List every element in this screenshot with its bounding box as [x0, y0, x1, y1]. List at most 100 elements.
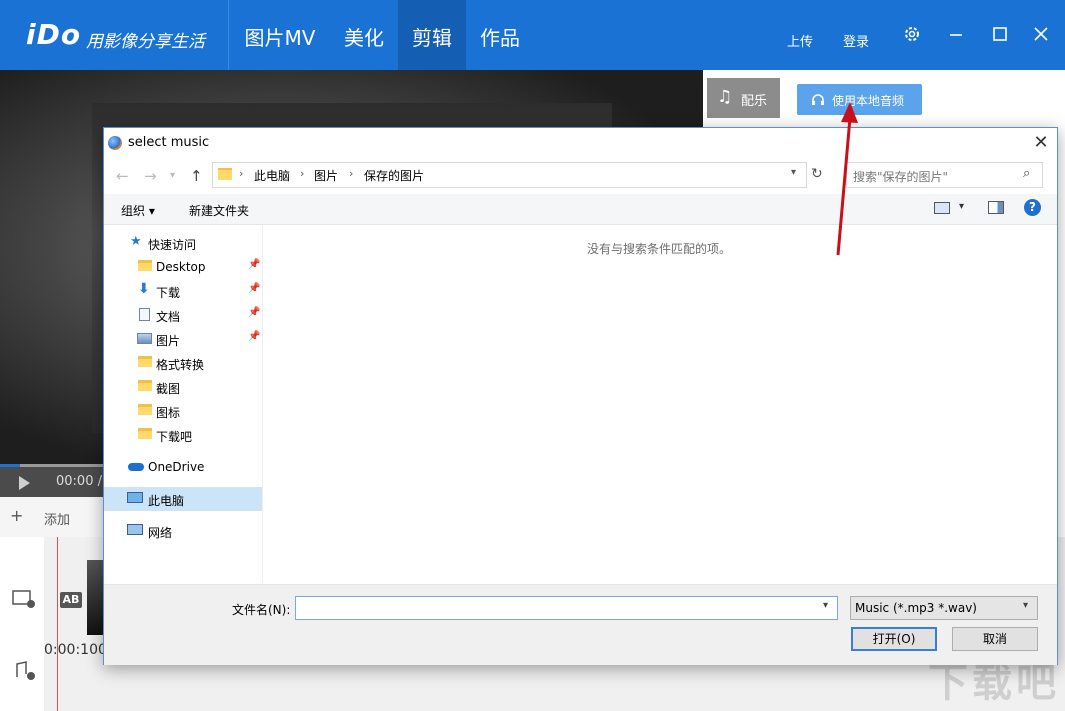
- upload-link[interactable]: 上传: [787, 31, 813, 50]
- nav-icons-folder[interactable]: 图标: [104, 399, 262, 423]
- dialog-close-icon[interactable]: ✕: [1030, 132, 1052, 154]
- network-icon: [127, 524, 143, 535]
- music-track-icon[interactable]: [12, 661, 36, 681]
- nav-screenshots-label: 截图: [156, 382, 181, 396]
- pin-icon: 📌: [248, 331, 261, 342]
- nav-downloads[interactable]: ⬇ 下载 📌: [104, 279, 262, 303]
- nav-pictures-label: 图片: [156, 334, 181, 348]
- view-mode-icon[interactable]: [934, 202, 950, 214]
- folder-icon: [138, 404, 152, 415]
- minimize-icon[interactable]: [946, 24, 966, 44]
- nav-this-pc-label: 此电脑: [148, 494, 185, 508]
- close-icon[interactable]: [1031, 24, 1051, 44]
- filename-dropdown-icon[interactable]: ▾: [823, 600, 828, 611]
- new-folder-button[interactable]: 新建文件夹: [189, 202, 249, 219]
- computer-icon: [127, 492, 143, 503]
- play-icon[interactable]: [19, 476, 30, 490]
- document-icon: [139, 308, 150, 321]
- nav-divider: [228, 0, 229, 70]
- music-tab[interactable]: ♫ 配乐: [707, 78, 780, 118]
- cancel-button[interactable]: 取消: [952, 627, 1038, 651]
- folder-icon: [218, 168, 232, 180]
- preview-pane-icon[interactable]: [988, 201, 1004, 214]
- file-list-pane[interactable]: 没有与搜索条件匹配的项。: [263, 225, 1055, 583]
- up-arrow-icon[interactable]: ↑: [190, 167, 203, 185]
- nav-xiazaiba-label: 下载吧: [156, 430, 193, 444]
- timeline-playhead[interactable]: [57, 537, 58, 711]
- folder-icon: [138, 380, 152, 391]
- pin-icon: 📌: [248, 259, 261, 270]
- nav-desktop[interactable]: Desktop 📌: [104, 255, 262, 279]
- nav-downloads-label: 下载: [156, 286, 181, 300]
- video-track-icon[interactable]: [12, 589, 36, 609]
- star-icon: ★: [130, 234, 142, 249]
- nav-pictures[interactable]: 图片 📌: [104, 327, 262, 351]
- empty-message: 没有与搜索条件匹配的项。: [586, 242, 731, 256]
- nav-documents[interactable]: 文档 📌: [104, 303, 262, 327]
- search-input[interactable]: 搜索"保存的图片" ⌕: [846, 162, 1043, 188]
- add-label[interactable]: 添加: [44, 509, 70, 528]
- search-icon: ⌕: [1023, 166, 1031, 181]
- nav-quick-access[interactable]: ★ 快速访问: [104, 231, 262, 255]
- settings-gear-icon[interactable]: [902, 24, 922, 44]
- music-note-icon: ♫: [717, 87, 733, 107]
- folder-icon: [138, 260, 152, 271]
- view-dropdown-icon[interactable]: ▾: [959, 201, 964, 212]
- nav-icons-folder-label: 图标: [156, 406, 181, 420]
- app-header: iDo 用影像分享生活 图片MV 美化 剪辑 作品 上传 登录: [0, 0, 1065, 70]
- breadcrumb-separator-icon: ›: [300, 167, 305, 180]
- nav-xiazaiba[interactable]: 下载吧: [104, 423, 262, 447]
- dialog-toolbar: 组织 ▾ 新建文件夹 ▾ ?: [104, 194, 1057, 225]
- dialog-nav-row: ← → ▾ ↑ › 此电脑 › 图片 › 保存的图片 ▾ ↻ 搜索"保存的图片"…: [104, 160, 1057, 192]
- login-link[interactable]: 登录: [843, 31, 869, 50]
- address-bar[interactable]: › 此电脑 › 图片 › 保存的图片 ▾: [212, 162, 807, 188]
- picture-icon: [137, 333, 152, 344]
- search-placeholder: 搜索"保存的图片": [853, 170, 949, 184]
- maximize-icon[interactable]: [990, 24, 1010, 44]
- breadcrumb-this-pc[interactable]: 此电脑: [254, 167, 290, 184]
- folder-icon: [138, 356, 152, 367]
- filename-input[interactable]: ▾: [295, 596, 838, 620]
- tab-edit[interactable]: 剪辑: [398, 0, 466, 70]
- nav-this-pc[interactable]: 此电脑: [104, 487, 262, 511]
- plus-icon[interactable]: +: [10, 506, 23, 525]
- forward-arrow-icon[interactable]: →: [144, 167, 157, 185]
- nav-network[interactable]: 网络: [104, 519, 262, 543]
- breadcrumb-separator-icon: ›: [349, 167, 354, 180]
- dialog-bottom-area: 文件名(N): ▾ Music (*.mp3 *.wav) ▾ 打开(O) 取消: [104, 584, 1057, 665]
- transition-badge[interactable]: AB: [60, 592, 82, 608]
- nav-quick-access-label: 快速访问: [148, 238, 197, 252]
- select-music-dialog: select music ✕ ← → ▾ ↑ › 此电脑 › 图片 › 保存的图…: [103, 127, 1058, 665]
- nav-documents-label: 文档: [156, 310, 181, 324]
- back-arrow-icon[interactable]: ←: [116, 167, 129, 185]
- recent-dropdown-icon[interactable]: ▾: [170, 170, 175, 181]
- address-dropdown-icon[interactable]: ▾: [791, 167, 796, 178]
- track-icons-column: [0, 537, 44, 711]
- app-slogan: 用影像分享生活: [86, 32, 205, 52]
- app-logo: iDo: [26, 18, 82, 51]
- pin-icon: 📌: [248, 283, 261, 294]
- nav-onedrive[interactable]: OneDrive: [104, 455, 262, 479]
- download-icon: ⬇: [138, 281, 150, 297]
- file-type-value: Music (*.mp3 *.wav): [855, 601, 977, 615]
- nav-desktop-label: Desktop: [156, 260, 206, 274]
- tab-works[interactable]: 作品: [468, 0, 532, 70]
- folder-icon: [138, 428, 152, 439]
- breadcrumb-separator-icon: ›: [239, 167, 244, 180]
- open-button[interactable]: 打开(O): [851, 627, 937, 651]
- navigation-pane: ★ 快速访问 Desktop 📌 ⬇ 下载 📌 文档 📌 图片 📌 格式转换 截…: [104, 225, 263, 583]
- breadcrumb-saved-pictures[interactable]: 保存的图片: [364, 167, 424, 184]
- organize-menu[interactable]: 组织 ▾: [121, 202, 155, 219]
- nav-onedrive-label: OneDrive: [148, 460, 205, 474]
- tab-photo-mv[interactable]: 图片MV: [232, 0, 328, 70]
- breadcrumb-pictures[interactable]: 图片: [314, 167, 338, 184]
- nav-format-convert[interactable]: 格式转换: [104, 351, 262, 375]
- pin-icon: 📌: [248, 307, 261, 318]
- file-type-select[interactable]: Music (*.mp3 *.wav) ▾: [850, 596, 1038, 620]
- tab-beautify[interactable]: 美化: [332, 0, 396, 70]
- nav-network-label: 网络: [148, 526, 173, 540]
- cloud-icon: [128, 463, 144, 471]
- playback-time: 00:00 /: [56, 474, 102, 489]
- nav-screenshots[interactable]: 截图: [104, 375, 262, 399]
- help-icon[interactable]: ?: [1024, 199, 1041, 216]
